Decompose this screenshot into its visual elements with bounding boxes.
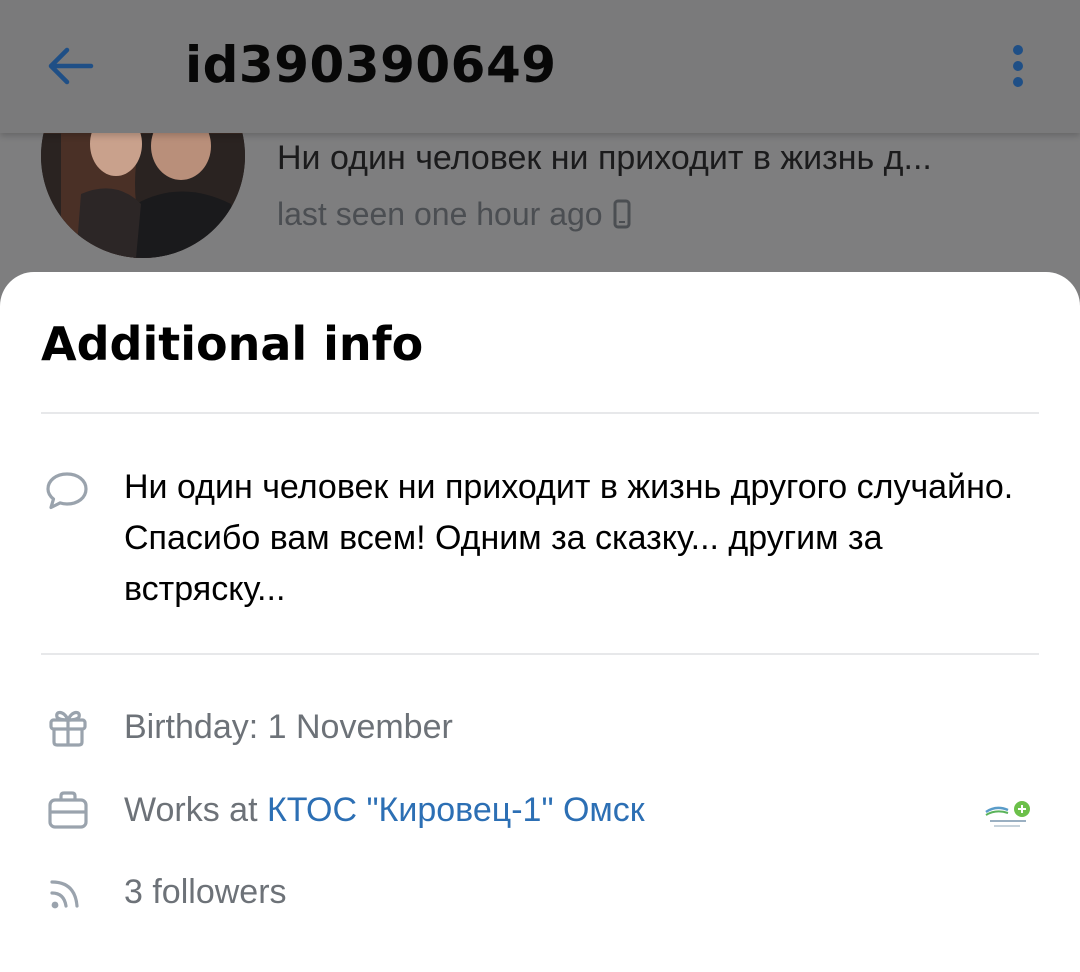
arrow-left-icon — [48, 47, 94, 85]
additional-info-sheet: Additional info Ни один человек ни прихо… — [0, 272, 1080, 972]
birthday-row: Birthday: 1 November — [0, 697, 1080, 757]
work-text: Works at КТОС "Кировец-1" Омск — [124, 786, 645, 834]
followers-text: 3 followers — [124, 873, 287, 911]
back-button[interactable] — [38, 36, 102, 96]
gift-icon — [44, 703, 92, 751]
about-text: Ни один человек ни приходит в жизнь друг… — [124, 468, 1014, 608]
page-title: id390390649 — [185, 36, 557, 94]
sheet-title: Additional info — [41, 317, 424, 371]
briefcase-icon — [44, 786, 92, 834]
work-row[interactable]: Works at КТОС "Кировец-1" Омск — [0, 780, 1080, 840]
birthday-text: Birthday: 1 November — [124, 708, 453, 746]
speech-bubble-icon — [46, 472, 88, 510]
more-vertical-icon — [1013, 45, 1023, 87]
divider — [41, 653, 1039, 655]
divider — [41, 412, 1039, 414]
mobile-phone-icon — [613, 199, 631, 229]
work-prefix: Works at — [124, 791, 267, 829]
work-organization-link[interactable]: КТОС "Кировец-1" Омск — [267, 791, 645, 829]
more-options-button[interactable] — [992, 36, 1044, 96]
organization-logo-icon[interactable] — [982, 796, 1034, 836]
last-seen-text: last seen one hour ago — [277, 196, 603, 232]
rss-followers-icon — [44, 868, 92, 916]
followers-row[interactable]: 3 followers — [0, 862, 1080, 922]
profile-status[interactable]: Ни один человек ни приходит в жизнь д... — [277, 136, 1037, 180]
top-app-bar: id390390649 — [0, 0, 1080, 133]
last-seen-info: last seen one hour ago — [277, 192, 631, 236]
